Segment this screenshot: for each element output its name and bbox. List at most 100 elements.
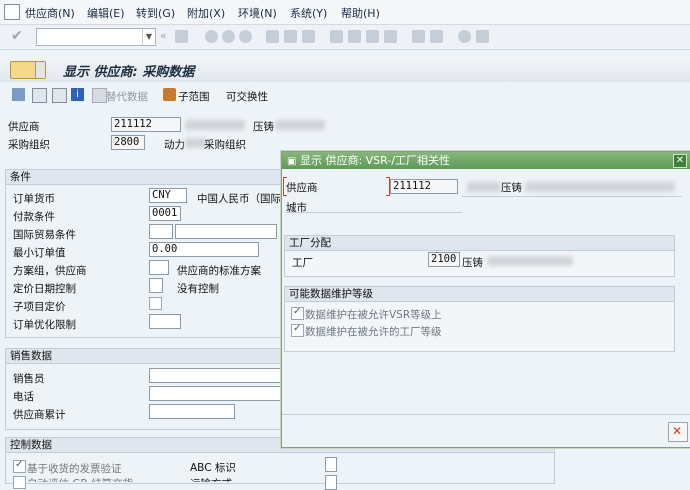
- salesperson-field[interactable]: [149, 368, 281, 383]
- pricing-date-field[interactable]: [149, 278, 163, 293]
- window-menu-icon[interactable]: [4, 4, 20, 20]
- schema-group-label: 方案组，供应商: [13, 265, 87, 277]
- schema-group-desc: 供应商的标准方案: [177, 265, 261, 277]
- next-page-icon[interactable]: [366, 30, 379, 43]
- app-toolbar: i 替代数据 子范围 可交换性: [0, 84, 690, 106]
- plant-level-label: 数据维护在被允许的工厂等级: [305, 326, 442, 338]
- redacted-text: [467, 182, 501, 192]
- enter-check-icon[interactable]: ✔: [11, 28, 23, 44]
- porg-label: 采购组织: [8, 139, 50, 151]
- menu-help[interactable]: 帮助(H): [341, 5, 380, 21]
- divider: [462, 196, 682, 197]
- display-change-icon[interactable]: [10, 61, 46, 79]
- cancel-button[interactable]: [668, 422, 688, 442]
- first-page-icon[interactable]: [330, 30, 343, 43]
- close-icon[interactable]: ✕: [673, 154, 687, 168]
- cancel-icon[interactable]: [239, 30, 252, 43]
- prev-page-icon[interactable]: [348, 30, 361, 43]
- payment-terms-field[interactable]: 0001: [149, 206, 181, 221]
- title-bar: 显示 供应商: 采购数据: [0, 56, 690, 82]
- page-title: 显示 供应商: 采购数据: [63, 65, 195, 80]
- interchangeable-button[interactable]: 可交换性: [226, 89, 268, 104]
- menu-goto[interactable]: 转到(G): [136, 5, 175, 21]
- plant-name: 压铸: [462, 257, 483, 269]
- dialog-vendor-label: 供应商: [286, 182, 318, 194]
- vendor-field[interactable]: 211112: [111, 117, 181, 132]
- min-order-field[interactable]: 0.00: [149, 242, 259, 257]
- vendor-name: 压铸: [253, 121, 274, 133]
- layout-icon[interactable]: [476, 30, 489, 43]
- vsr-level-checkbox[interactable]: [291, 306, 304, 320]
- chevron-down-icon[interactable]: ▼: [142, 29, 155, 45]
- save-icon[interactable]: [175, 30, 188, 43]
- mode-of-transport-label: 运输方式: [190, 476, 232, 482]
- subrange-button[interactable]: 子范围: [178, 89, 210, 104]
- last-page-icon[interactable]: [384, 30, 397, 43]
- exit-icon[interactable]: [222, 30, 235, 43]
- item-pricing-label: 子项目定价: [13, 301, 66, 313]
- currency-desc: 中国人民币（国际）: [197, 193, 281, 205]
- back-icon[interactable]: [205, 30, 218, 43]
- incoterms-label: 国际贸易条件: [13, 229, 76, 241]
- new-session-icon[interactable]: [412, 30, 425, 43]
- conditions-title: 条件: [6, 170, 282, 185]
- redacted-text: [275, 120, 325, 130]
- payment-terms-label: 付款条件: [13, 211, 55, 223]
- print-icon[interactable]: [266, 30, 279, 43]
- find-next-icon[interactable]: [302, 30, 315, 43]
- pricing-date-desc: 没有控制: [177, 283, 219, 295]
- ers-label: 自动评估 GR 结算交货: [27, 476, 133, 482]
- help-icon[interactable]: [458, 30, 471, 43]
- porg-desc-end: 采购组织: [204, 139, 246, 151]
- vendor-label: 供应商: [8, 121, 40, 133]
- divider: [286, 212, 462, 213]
- menu-vendor[interactable]: 供应商(N): [25, 5, 75, 21]
- redacted-text: [487, 256, 573, 266]
- ers-checkbox[interactable]: [13, 476, 26, 489]
- plant-group-title: 工厂分配: [285, 236, 674, 251]
- find-icon[interactable]: [284, 30, 297, 43]
- dialog-vendor-field[interactable]: 211112: [390, 179, 458, 194]
- info-icon[interactable]: i: [71, 88, 84, 101]
- sales-title: 销售数据: [6, 349, 282, 364]
- schema-group-field[interactable]: [149, 260, 169, 275]
- porg-desc-start: 动力: [164, 139, 185, 151]
- order-opt-field[interactable]: [149, 314, 181, 329]
- shortcut-icon[interactable]: [430, 30, 443, 43]
- wand-icon[interactable]: [12, 88, 25, 101]
- vsr-plant-dialog: ▣ 显示 供应商: VSR-/工厂相关性 ✕ 供应商 211112 压铸 城市 …: [281, 151, 690, 448]
- min-order-label: 最小订单值: [13, 247, 66, 259]
- order-opt-label: 订单优化限制: [13, 319, 76, 331]
- command-field[interactable]: ▼: [36, 28, 156, 46]
- plant-label: 工厂: [292, 257, 313, 269]
- menu-system[interactable]: 系统(Y): [290, 5, 327, 21]
- plant-field[interactable]: 2100: [428, 252, 460, 267]
- vendor-acct-field[interactable]: [149, 404, 235, 419]
- abc-field[interactable]: [325, 457, 337, 472]
- order-currency-field[interactable]: CNY: [149, 188, 187, 203]
- next-screen-icon[interactable]: [52, 88, 67, 103]
- gr-invoice-checkbox[interactable]: [13, 459, 26, 473]
- redacted-text: [185, 120, 245, 130]
- dialog-vendor-name: 压铸: [501, 182, 522, 194]
- porg-field[interactable]: 2800: [111, 135, 145, 150]
- mode-of-transport-field[interactable]: [325, 475, 337, 490]
- dialog-window-icon: ▣: [287, 156, 297, 167]
- phone-label: 电话: [13, 391, 34, 403]
- dialog-title: 显示 供应商: VSR-/工厂相关性: [299, 154, 451, 167]
- incoterms-location-field[interactable]: [175, 224, 277, 239]
- phone-field[interactable]: [149, 386, 281, 401]
- collapse-icon[interactable]: «: [160, 29, 167, 42]
- alt-data-button[interactable]: 替代数据: [106, 89, 148, 104]
- abc-label: ABC 标识: [190, 462, 236, 474]
- menu-extras[interactable]: 附加(X): [187, 5, 225, 21]
- menu-edit[interactable]: 编辑(E): [87, 5, 125, 21]
- item-pricing-checkbox[interactable]: [149, 297, 162, 310]
- vsr-level-label: 数据维护在被允许VSR等级上: [305, 309, 442, 321]
- plant-level-checkbox[interactable]: [291, 323, 304, 337]
- incoterms-field[interactable]: [149, 224, 173, 239]
- gr-invoice-label: 基于收货的发票验证: [27, 463, 122, 475]
- menu-environment[interactable]: 环境(N): [238, 5, 277, 21]
- other-vendor-icon[interactable]: [32, 88, 47, 103]
- alt-data-icon: [92, 88, 107, 103]
